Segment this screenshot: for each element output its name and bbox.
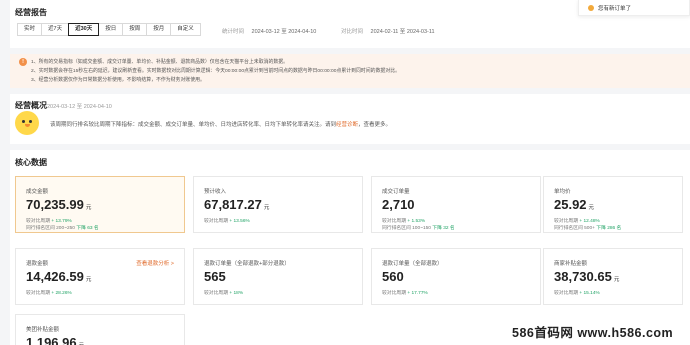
metric-value: 1,196.96元	[26, 335, 84, 345]
mascot-icon	[15, 111, 39, 135]
tab-by-week[interactable]: 按周	[122, 23, 148, 36]
metric-compare: 较对比周期 + 13.79%	[26, 219, 72, 224]
metric-title: 成交金额	[26, 189, 49, 195]
watermark: 586首码网 www.h586.com	[512, 322, 674, 341]
refund-analysis-link[interactable]: 查看退款分析 >	[136, 259, 174, 267]
metric-title: 商家补贴金额	[554, 261, 588, 267]
metric-rank: 同行排名区间 500+ 下降 286 名	[554, 226, 622, 231]
diagnosis-link[interactable]: 经营诊断	[336, 122, 358, 128]
metric-card-avg-price[interactable]: 单均价 25.92 元 较对比周期 + 12.48% 同行排名区间 500+ 下降…	[543, 176, 683, 233]
notice-line-2: 2、实时数据会存在15秒左右的延迟，建议刷新查看。实时数据较对比周期计算逻辑：今…	[31, 69, 401, 74]
metric-compare: 较对比周期 + 17.77%	[382, 291, 428, 296]
metric-title: 退款订单量（全部退款+部分退款）	[204, 261, 290, 267]
metric-card-order-count[interactable]: 成交订单量 2,710 较对比周期 + 1.53% 同行排名区间 100~150…	[371, 176, 541, 233]
page: 经营报告 实时 近7天 近30天 按日 按周 按月 自定义 统计时间 2024-…	[0, 0, 690, 345]
metric-compare: 较对比周期 + 28.26%	[26, 291, 72, 296]
tab-realtime[interactable]: 实时	[17, 23, 43, 36]
metric-title: 退款订单量（全部退款）	[382, 261, 443, 267]
metric-card-full-refund-orders[interactable]: 退款订单量（全部退款） 560 较对比周期 + 17.77%	[371, 248, 541, 305]
stat-period-range: 2024-03-12 至 2024-04-10	[251, 29, 317, 35]
metric-compare: 较对比周期 + 12.48%	[554, 219, 600, 224]
metric-card-merchant-subsidy[interactable]: 商家补贴金额 38,730.65 元 较对比周期 + 15.14%	[543, 248, 683, 305]
metric-value: 2,710	[382, 197, 415, 212]
tab-last-30-days[interactable]: 近30天	[68, 23, 100, 36]
metric-value: 38,730.65 元	[554, 269, 620, 284]
metric-value: 70,235.99 元	[26, 197, 92, 212]
metric-title: 单均价	[554, 189, 571, 195]
metric-rank: 同行排名区间 200~250 下降 63 名	[26, 226, 99, 231]
notice-line-1: 1、所有的交易指标（如成交金额、成交订单量、单均价、补贴金额、退款商品数）仅包含…	[31, 60, 289, 65]
tab-custom[interactable]: 自定义	[170, 23, 201, 36]
metric-compare: 较对比周期 + 13.56%	[204, 219, 250, 224]
metric-compare: 较对比周期 + 18%	[204, 291, 244, 296]
metric-title: 美团补贴金额	[26, 327, 60, 333]
core-data-title: 核心数据	[15, 158, 47, 167]
metric-value: 67,817.27 元	[204, 197, 270, 212]
compare-period: 对比时间 2024-02-11 至 2024-03-11	[341, 27, 435, 35]
metric-card-platform-subsidy[interactable]: 美团补贴金额 1,196.96元	[15, 314, 185, 345]
metric-card-refund-orders[interactable]: 退款订单量（全部退款+部分退款） 565 较对比周期 + 18%	[193, 248, 363, 305]
metric-card-estimated-income[interactable]: 预计收入 67,817.27 元 较对比周期 + 13.56%	[193, 176, 363, 233]
overview-desc-suffix: ，查看更多。	[358, 122, 392, 128]
metric-compare: 较对比周期 + 15.14%	[554, 291, 600, 296]
metric-value: 565	[204, 269, 226, 284]
date-range-tabs: 实时 近7天 近30天 按日 按周 按月 自定义	[17, 23, 201, 36]
stat-period: 统计时间 2024-03-12 至 2024-04-10	[222, 27, 316, 35]
metric-title: 预计收入	[204, 189, 227, 195]
metric-rank: 同行排名区间 100~150 下降 32 名	[382, 226, 455, 231]
notice-banner: ! 1、所有的交易指标（如成交金额、成交订单量、单均价、补贴金额、退款商品数）仅…	[10, 54, 690, 88]
metric-value: 14,426.59 元	[26, 269, 92, 284]
overview-date: 2024-03-12 至 2024-04-10	[47, 104, 112, 110]
warning-icon: !	[19, 58, 27, 66]
report-title: 经营报告	[15, 8, 47, 17]
metric-card-refund-amount[interactable]: 退款金额 查看退款分析 > 14,426.59 元 较对比周期 + 28.26%	[15, 248, 185, 305]
toast-text: 您有新订单了	[598, 6, 632, 12]
metric-value: 25.92 元	[554, 197, 595, 212]
compare-period-label: 对比时间	[341, 29, 364, 35]
metric-title: 退款金额	[26, 261, 49, 267]
notice-line-3: 3、经营分析数据仅作为日常数据分析使用，不影响结算，不作为财务对账使用。	[31, 78, 205, 83]
compare-period-range: 2024-02-11 至 2024-03-11	[370, 29, 435, 35]
bell-icon	[588, 5, 594, 11]
overview-panel: 经营概况 2024-03-12 至 2024-04-10	[10, 94, 690, 144]
tab-by-day[interactable]: 按日	[98, 23, 124, 36]
overview-title: 经营概况	[15, 101, 47, 110]
new-order-toast[interactable]: 您有新订单了	[578, 0, 690, 16]
tab-last-7-days[interactable]: 近7天	[41, 23, 70, 36]
metric-title: 成交订单量	[382, 189, 410, 195]
metric-card-gmv[interactable]: 成交金额 70,235.99 元 较对比周期 + 13.79% 同行排名区间 20…	[15, 176, 185, 233]
overview-desc-prefix: 该周期同行排名较比周期下降指标：成交金额、成交订单量、单均价、日均进店转化率、日…	[50, 122, 337, 128]
metric-compare: 较对比周期 + 1.53%	[382, 219, 426, 224]
stat-period-label: 统计时间	[222, 29, 245, 35]
tab-by-month[interactable]: 按月	[146, 23, 172, 36]
metric-value: 560	[382, 269, 404, 284]
overview-description: 该周期同行排名较比周期下降指标：成交金额、成交订单量、单均价、日均进店转化率、日…	[50, 120, 391, 128]
